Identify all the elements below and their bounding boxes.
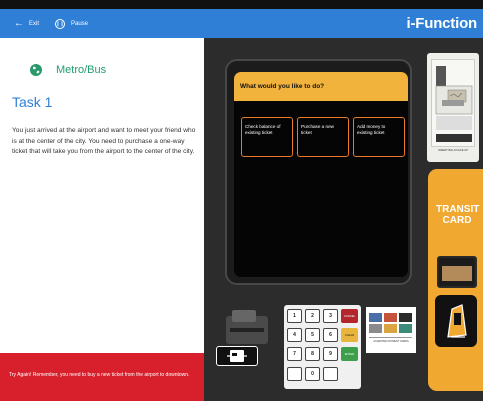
screen-frame: What would you like to do? Check balance… bbox=[225, 59, 412, 285]
app-page: ← Exit ❙❙ Pause i-Function Metro/Bus Tas… bbox=[0, 0, 483, 401]
exit-button[interactable]: ← Exit bbox=[14, 16, 39, 32]
key-7[interactable]: 7 bbox=[287, 347, 302, 361]
transit-card-label: TRANSIT CARD bbox=[436, 204, 480, 226]
option-check-balance[interactable]: Check balance of existing ticket bbox=[241, 117, 293, 157]
option-purchase-ticket[interactable]: Purchase a new ticket bbox=[297, 117, 349, 157]
transit-card-panel: TRANSIT CARD bbox=[428, 169, 483, 391]
app-logo: i-Function bbox=[406, 15, 478, 32]
arrow-left-icon: ← bbox=[14, 18, 24, 29]
pause-icon: ❙❙ bbox=[55, 19, 65, 29]
cancel-key[interactable]: CANCEL bbox=[341, 309, 358, 323]
bill-slot-label: INSERT BILLS FACE UP bbox=[437, 149, 469, 152]
key-1[interactable]: 1 bbox=[287, 309, 302, 323]
machine-screen: What would you like to do? Check balance… bbox=[234, 72, 408, 277]
task-panel: Metro/Bus Task 1 You just arrived at the… bbox=[0, 38, 204, 401]
key-blank-left[interactable] bbox=[287, 367, 302, 381]
key-5[interactable]: 5 bbox=[305, 328, 320, 342]
task-title: Task 1 bbox=[12, 94, 53, 110]
bill-slot[interactable]: INSERT BILLS FACE UP bbox=[427, 53, 479, 162]
exit-label: Exit bbox=[29, 21, 40, 27]
card-reader bbox=[222, 306, 272, 348]
bill-slot-illustration bbox=[431, 59, 475, 147]
task-description: You just arrived at the airport and want… bbox=[12, 127, 196, 155]
key-blank-right[interactable] bbox=[323, 367, 338, 381]
key-8[interactable]: 8 bbox=[305, 347, 320, 361]
key-3[interactable]: 3 bbox=[323, 309, 338, 323]
keypad: 1 2 3 CANCEL 4 5 6 CLEAR 7 8 9 ENTER 0 bbox=[284, 305, 361, 389]
card-tap-icon bbox=[447, 304, 467, 338]
transit-card-slot-opening bbox=[442, 266, 472, 281]
key-9[interactable]: 9 bbox=[323, 347, 338, 361]
top-strip bbox=[0, 0, 483, 9]
key-2[interactable]: 2 bbox=[305, 309, 320, 323]
globe-icon bbox=[30, 64, 42, 76]
transit-card-line1: TRANSIT bbox=[436, 204, 480, 215]
pause-label: Pause bbox=[71, 21, 89, 27]
enter-key[interactable]: ENTER bbox=[341, 347, 358, 361]
key-6[interactable]: 6 bbox=[323, 328, 338, 342]
task-category: Metro/Bus bbox=[56, 64, 107, 76]
option-add-money[interactable]: Add money to existing ticket bbox=[353, 117, 405, 157]
pause-button[interactable]: ❙❙ Pause bbox=[55, 16, 88, 32]
key-4[interactable]: 4 bbox=[287, 328, 302, 342]
transit-card-slot[interactable] bbox=[437, 256, 477, 288]
key-0[interactable]: 0 bbox=[305, 367, 320, 381]
hint-banner: Try Again! Remember, you need to buy a n… bbox=[0, 353, 204, 401]
accepted-cards-caption: ACCEPTED PAYMENT CARDS bbox=[373, 340, 409, 343]
insert-card-button[interactable] bbox=[216, 346, 258, 366]
transit-card-line2: CARD bbox=[442, 215, 472, 226]
ticket-machine: What would you like to do? Check balance… bbox=[204, 38, 483, 401]
card-tap-zone[interactable] bbox=[435, 295, 477, 347]
card-insert-icon bbox=[227, 350, 247, 362]
accepted-cards-graphic: ACCEPTED PAYMENT CARDS bbox=[366, 307, 416, 353]
header-bar: ← Exit ❙❙ Pause i-Function bbox=[0, 9, 483, 38]
screen-prompt: What would you like to do? bbox=[234, 72, 408, 101]
clear-key[interactable]: CLEAR bbox=[341, 328, 358, 342]
